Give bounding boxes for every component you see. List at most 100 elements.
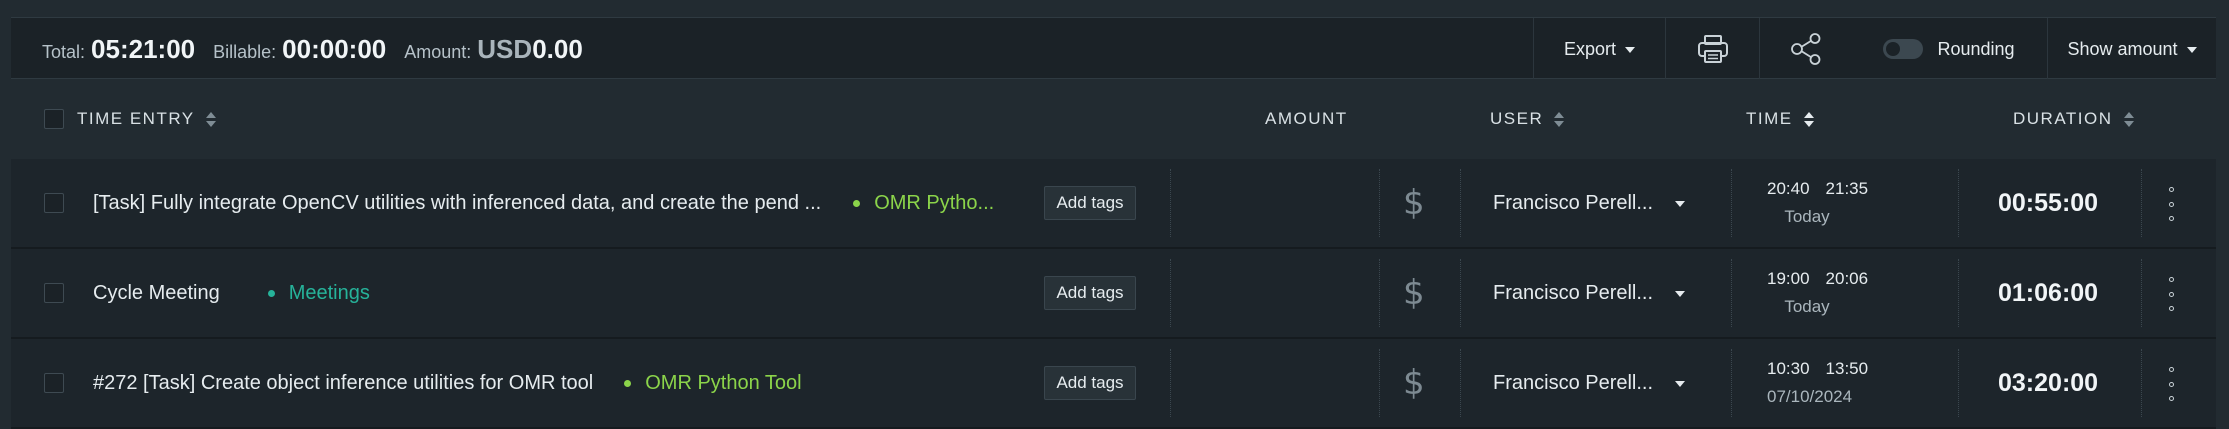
printer-icon [1697,35,1728,63]
sort-icon[interactable] [2123,111,2134,127]
divider [1170,169,1171,237]
rounding-toggle[interactable]: Rounding [1851,18,2047,80]
chevron-down-icon [2186,47,2197,53]
amount-value: 0.00 [532,33,583,64]
project-label[interactable]: OMR Python Tool [624,371,802,395]
time-range[interactable]: 10:30 13:50 07/10/2024 [1731,339,1901,427]
column-time-entry[interactable]: TIME ENTRY [77,79,216,159]
sort-icon[interactable] [205,111,216,127]
column-duration[interactable]: DURATION [2013,79,2134,159]
entry-description[interactable]: #272 [Task] Create object inference util… [93,372,593,395]
time-start-end[interactable]: 19:00 20:06 [1767,269,1868,289]
entry-description-cell[interactable]: #272 [Task] Create object inference util… [93,339,802,427]
project-label[interactable]: OMR Pytho... [853,192,994,215]
duration-value[interactable]: 01:06:00 [1998,249,2098,337]
project-name: Meetings [288,281,370,304]
end-time[interactable]: 20:06 [1826,269,1869,288]
time-range[interactable]: 20:40 21:35 Today [1731,159,1901,247]
amount-currency: USD [477,33,533,64]
user-dropdown[interactable]: Francisco Perell... [1493,159,1686,247]
chevron-down-icon [1675,291,1686,297]
start-time[interactable]: 19:00 [1767,269,1810,288]
dollar-icon[interactable]: $ [1403,249,1425,337]
end-time[interactable]: 13:50 [1826,359,1869,378]
rounding-label: Rounding [1937,38,2015,59]
print-button[interactable] [1665,18,1759,80]
time-entry-row[interactable]: #272 [Task] Create object inference util… [11,339,2216,429]
duration-value[interactable]: 00:55:00 [1998,159,2098,247]
divider [1379,169,1380,237]
rounding-switch[interactable] [1883,39,1924,59]
more-options-icon[interactable] [2165,367,2177,401]
column-time-label: TIME [1746,109,1793,128]
entry-date[interactable]: Today [1767,207,1847,227]
row-checkbox[interactable] [44,373,64,393]
divider [1958,169,1959,237]
user-name: Francisco Perell... [1493,281,1654,304]
column-time-entry-label: TIME ENTRY [77,109,195,128]
user-name: Francisco Perell... [1493,371,1654,394]
entry-date[interactable]: 07/10/2024 [1767,387,1852,407]
more-options-icon[interactable] [2165,277,2177,311]
billable-value: 00:00:00 [282,33,387,64]
user-dropdown[interactable]: Francisco Perell... [1493,249,1686,337]
column-amount: AMOUNT [1265,79,1348,159]
chevron-down-icon [1625,47,1636,53]
add-tags-button[interactable]: Add tags [1044,276,1136,310]
add-tags-button[interactable]: Add tags [1044,186,1136,220]
end-time[interactable]: 21:35 [1826,179,1869,198]
divider [1958,349,1959,417]
export-label: Export [1563,38,1617,59]
summary-totals: Total: 05:21:00 Billable: 00:00:00 Amoun… [42,18,583,80]
share-icon [1790,33,1820,65]
row-checkbox[interactable] [44,283,64,303]
project-dot-icon [267,289,275,297]
start-time[interactable]: 20:40 [1767,179,1810,198]
dollar-icon[interactable]: $ [1403,159,1425,247]
time-start-end[interactable]: 10:30 13:50 [1767,359,1868,379]
divider [2141,259,2142,327]
dollar-icon[interactable]: $ [1403,339,1425,427]
entry-description-cell[interactable]: Cycle Meeting Meetings [93,249,370,337]
project-name: OMR Python Tool [645,371,802,394]
column-time[interactable]: TIME [1746,79,1814,159]
start-time[interactable]: 10:30 [1767,359,1810,378]
export-button[interactable]: Export [1533,18,1665,80]
time-range[interactable]: 19:00 20:06 Today [1731,249,1901,337]
summary-bar: Total: 05:21:00 Billable: 00:00:00 Amoun… [11,17,2216,80]
sort-icon[interactable] [1554,111,1565,127]
show-amount-label: Show amount [2067,38,2178,59]
column-user-label: USER [1490,109,1544,128]
divider [1170,259,1171,327]
divider [1379,259,1380,327]
sort-icon[interactable] [1803,111,1814,127]
chevron-down-icon [1675,381,1686,387]
time-entry-row[interactable]: [Task] Fully integrate OpenCV utilities … [11,159,2216,249]
divider [1170,349,1171,417]
add-tags-button[interactable]: Add tags [1044,366,1136,400]
divider [1958,259,1959,327]
select-all-checkbox[interactable] [44,109,64,129]
duration-value[interactable]: 03:20:00 [1998,339,2098,427]
entry-description-cell[interactable]: [Task] Fully integrate OpenCV utilities … [93,159,994,247]
more-options-icon[interactable] [2165,187,2177,221]
total-value: 05:21:00 [91,33,196,64]
show-amount-dropdown[interactable]: Show amount [2047,18,2216,80]
project-label[interactable]: Meetings [267,281,370,305]
billable-label: Billable: [213,41,277,62]
column-user[interactable]: USER [1490,79,1565,159]
entry-description[interactable]: [Task] Fully integrate OpenCV utilities … [93,192,821,215]
entry-date[interactable]: Today [1767,297,1847,317]
time-start-end[interactable]: 20:40 21:35 [1767,179,1868,199]
share-button[interactable] [1759,18,1851,80]
project-name: OMR Pytho... [874,191,995,214]
toggle-knob [1886,42,1901,56]
row-checkbox[interactable] [44,193,64,213]
total-label: Total: [42,41,86,62]
divider [2141,169,2142,237]
column-duration-label: DURATION [2013,109,2113,128]
user-dropdown[interactable]: Francisco Perell... [1493,339,1686,427]
time-entry-row[interactable]: Cycle Meeting Meetings Add tags $ Franci… [11,249,2216,339]
project-dot-icon [624,379,632,387]
entry-description[interactable]: Cycle Meeting [93,282,220,305]
